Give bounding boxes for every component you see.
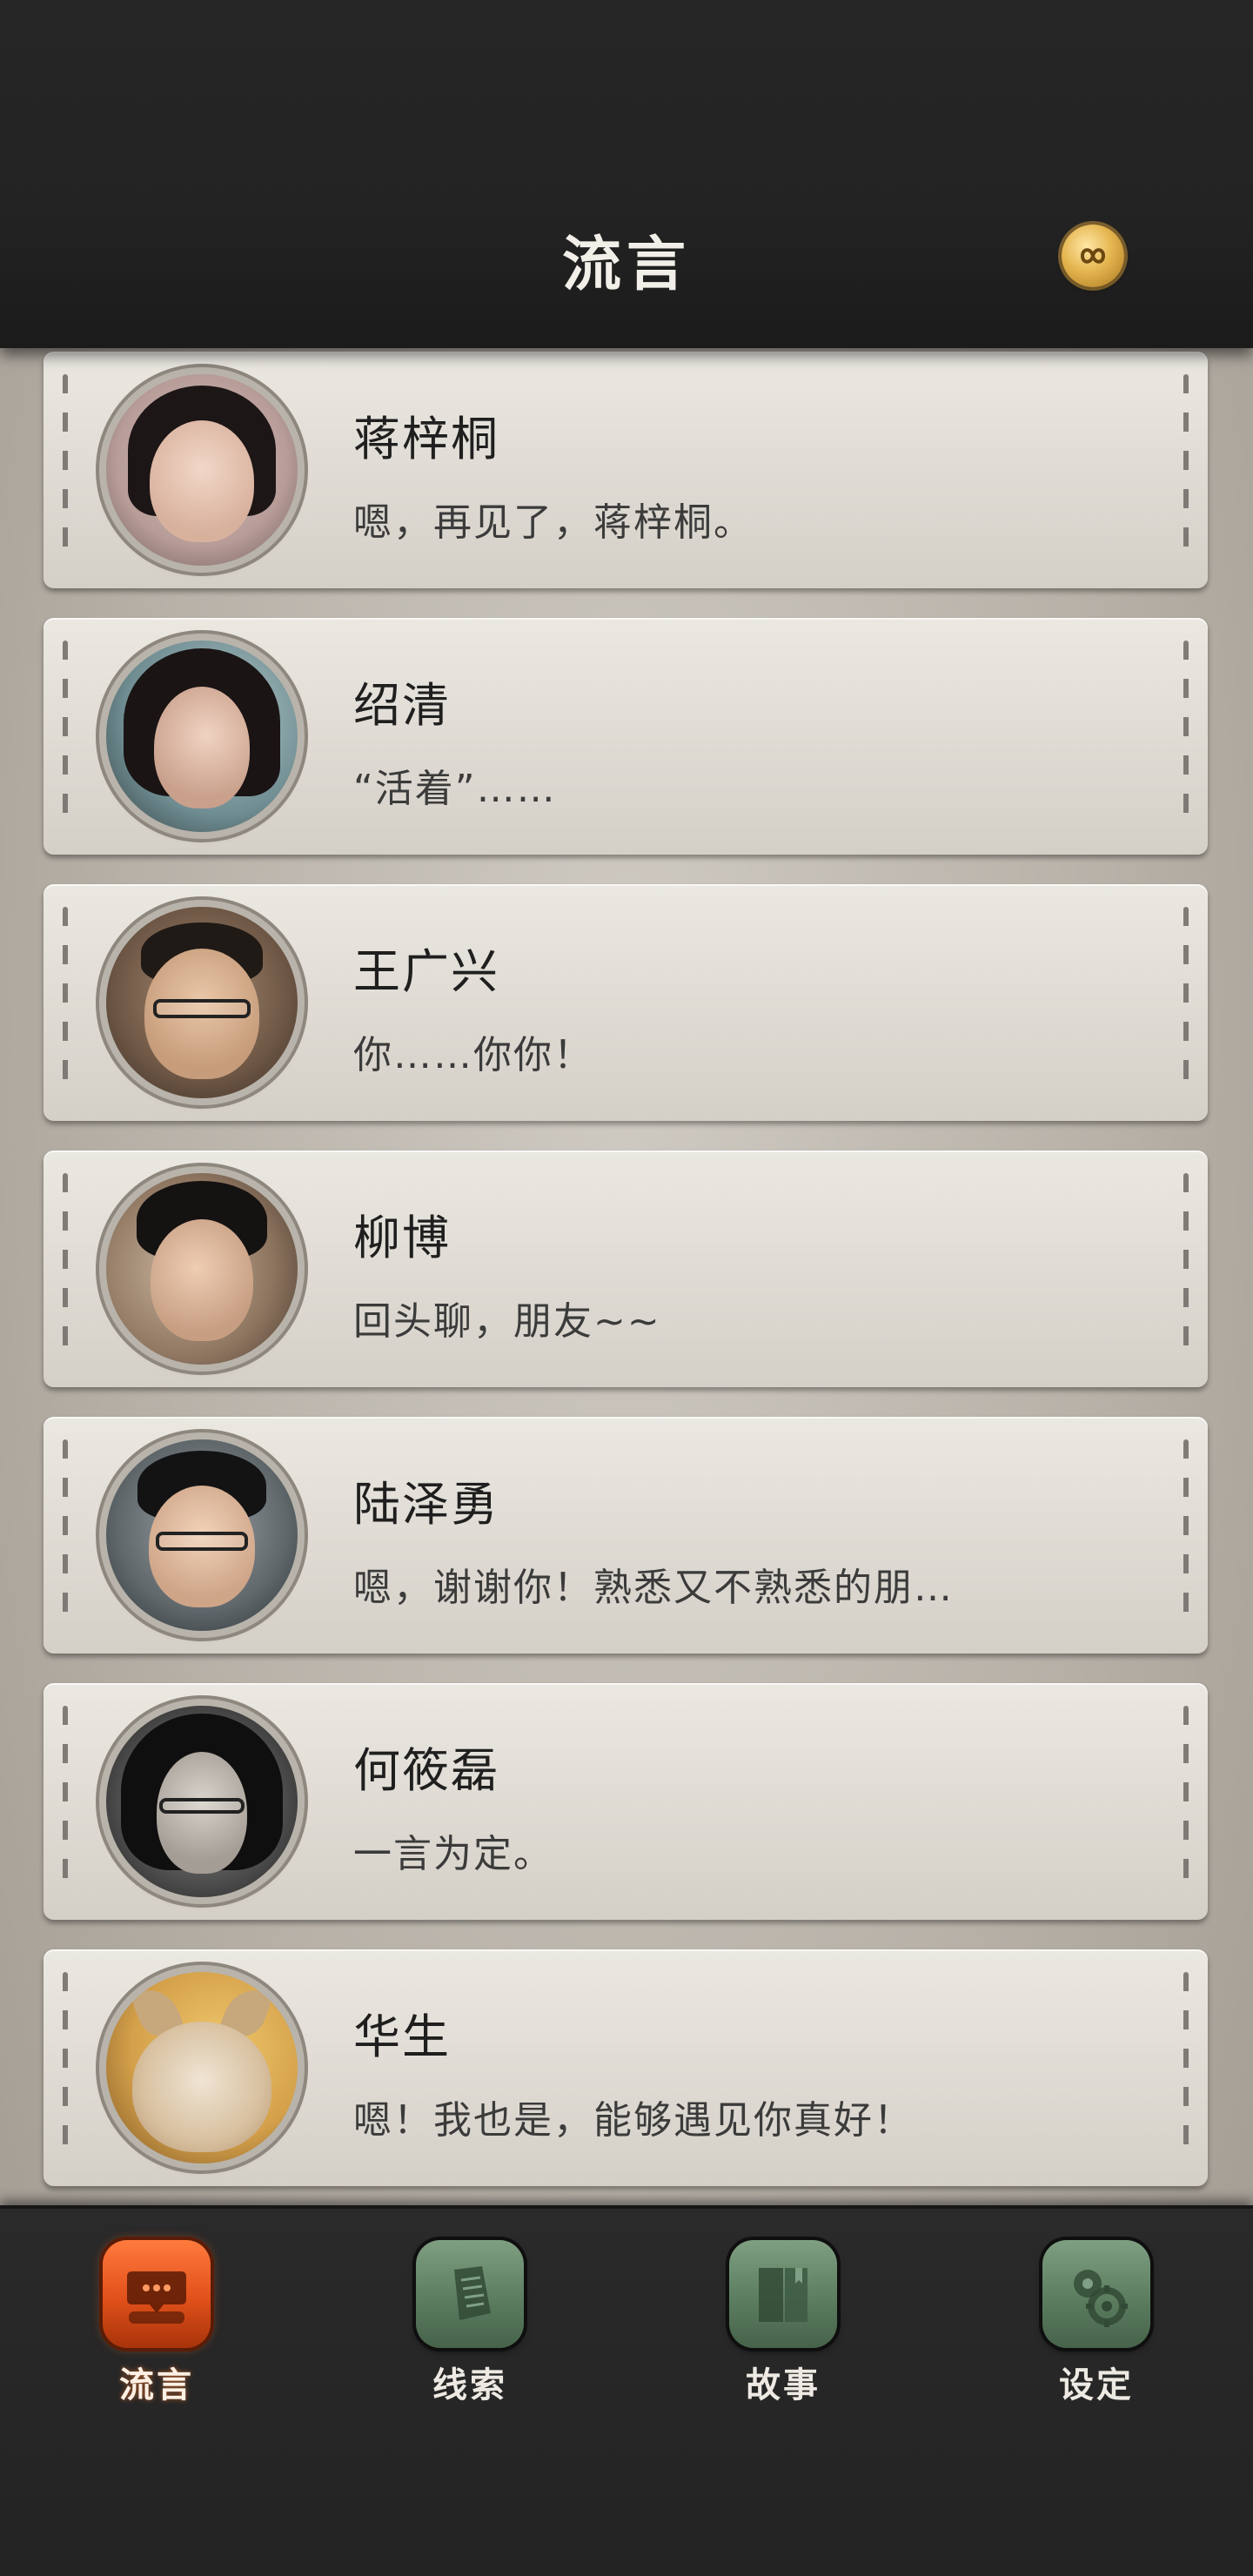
contact-last-message: 你……你你！ — [353, 1033, 593, 1077]
app-header: 流言 — [0, 0, 1253, 348]
contact-name: 柳博 — [353, 1211, 451, 1265]
chat-bubble-icon — [127, 2271, 186, 2324]
contact-name: 华生 — [353, 2009, 451, 2064]
avatar — [106, 641, 298, 832]
contact-name: 何筱磊 — [353, 1743, 499, 1798]
contact-card-hexiaolei[interactable]: 何筱磊 一言为定。 — [44, 1683, 1208, 1920]
avatar — [106, 1439, 298, 1631]
contact-name: 蒋梓桐 — [353, 412, 499, 466]
avatar — [106, 1173, 298, 1365]
tab-settings[interactable]: 设定 — [1009, 2240, 1183, 2414]
avatar — [106, 1972, 298, 2163]
tab-clues[interactable]: 线索 — [383, 2240, 557, 2414]
contact-card-huasheng[interactable]: 华生 嗯！我也是，能够遇见你真好！ — [44, 1949, 1208, 2186]
infinity-icon — [1080, 248, 1106, 264]
bottom-nav: 流言 线索 故事 设定 — [0, 2205, 1253, 2576]
contact-last-message: 回头聊，朋友~~ — [353, 1299, 661, 1344]
document-icon — [454, 2266, 491, 2320]
tab-label: 流言 — [119, 2365, 194, 2405]
contact-list: 蒋梓桐 嗯，再见了，蒋梓桐。 绍清 “活着”…… 王广兴 你……你你！ 柳博 回… — [44, 352, 1208, 2216]
avatar — [106, 374, 298, 566]
contact-last-message: 嗯！我也是，能够遇见你真好！ — [353, 2098, 914, 2143]
contact-name: 绍清 — [353, 678, 451, 733]
contact-last-message: 一言为定。 — [353, 1832, 553, 1876]
tab-label: 故事 — [746, 2365, 821, 2405]
book-icon — [759, 2268, 807, 2322]
contact-card-shaoqing[interactable]: 绍清 “活着”…… — [44, 618, 1208, 855]
gears-icon — [1074, 2270, 1128, 2327]
contact-last-message: 嗯，再见了，蒋梓桐。 — [353, 500, 754, 545]
avatar — [106, 1706, 298, 1897]
tab-label: 线索 — [432, 2365, 507, 2405]
contact-last-message: 嗯，谢谢你！熟悉又不熟悉的朋… — [353, 1566, 954, 1610]
tab-story[interactable]: 故事 — [696, 2240, 870, 2414]
contact-last-message: “活着”…… — [353, 767, 557, 811]
contact-card-wangguangxing[interactable]: 王广兴 你……你你！ — [44, 884, 1208, 1121]
infinity-button[interactable] — [1062, 225, 1124, 287]
contact-card-liubo[interactable]: 柳博 回头聊，朋友~~ — [44, 1150, 1208, 1387]
contact-name: 王广兴 — [353, 944, 499, 999]
contact-name: 陆泽勇 — [353, 1477, 499, 1532]
contact-card-luzeyong[interactable]: 陆泽勇 嗯，谢谢你！熟悉又不熟悉的朋… — [44, 1417, 1208, 1654]
avatar — [106, 907, 298, 1098]
tab-rumors[interactable]: 流言 — [70, 2240, 244, 2414]
contact-card-jiangzitong[interactable]: 蒋梓桐 嗯，再见了，蒋梓桐。 — [44, 352, 1208, 588]
tab-label: 设定 — [1059, 2365, 1134, 2405]
